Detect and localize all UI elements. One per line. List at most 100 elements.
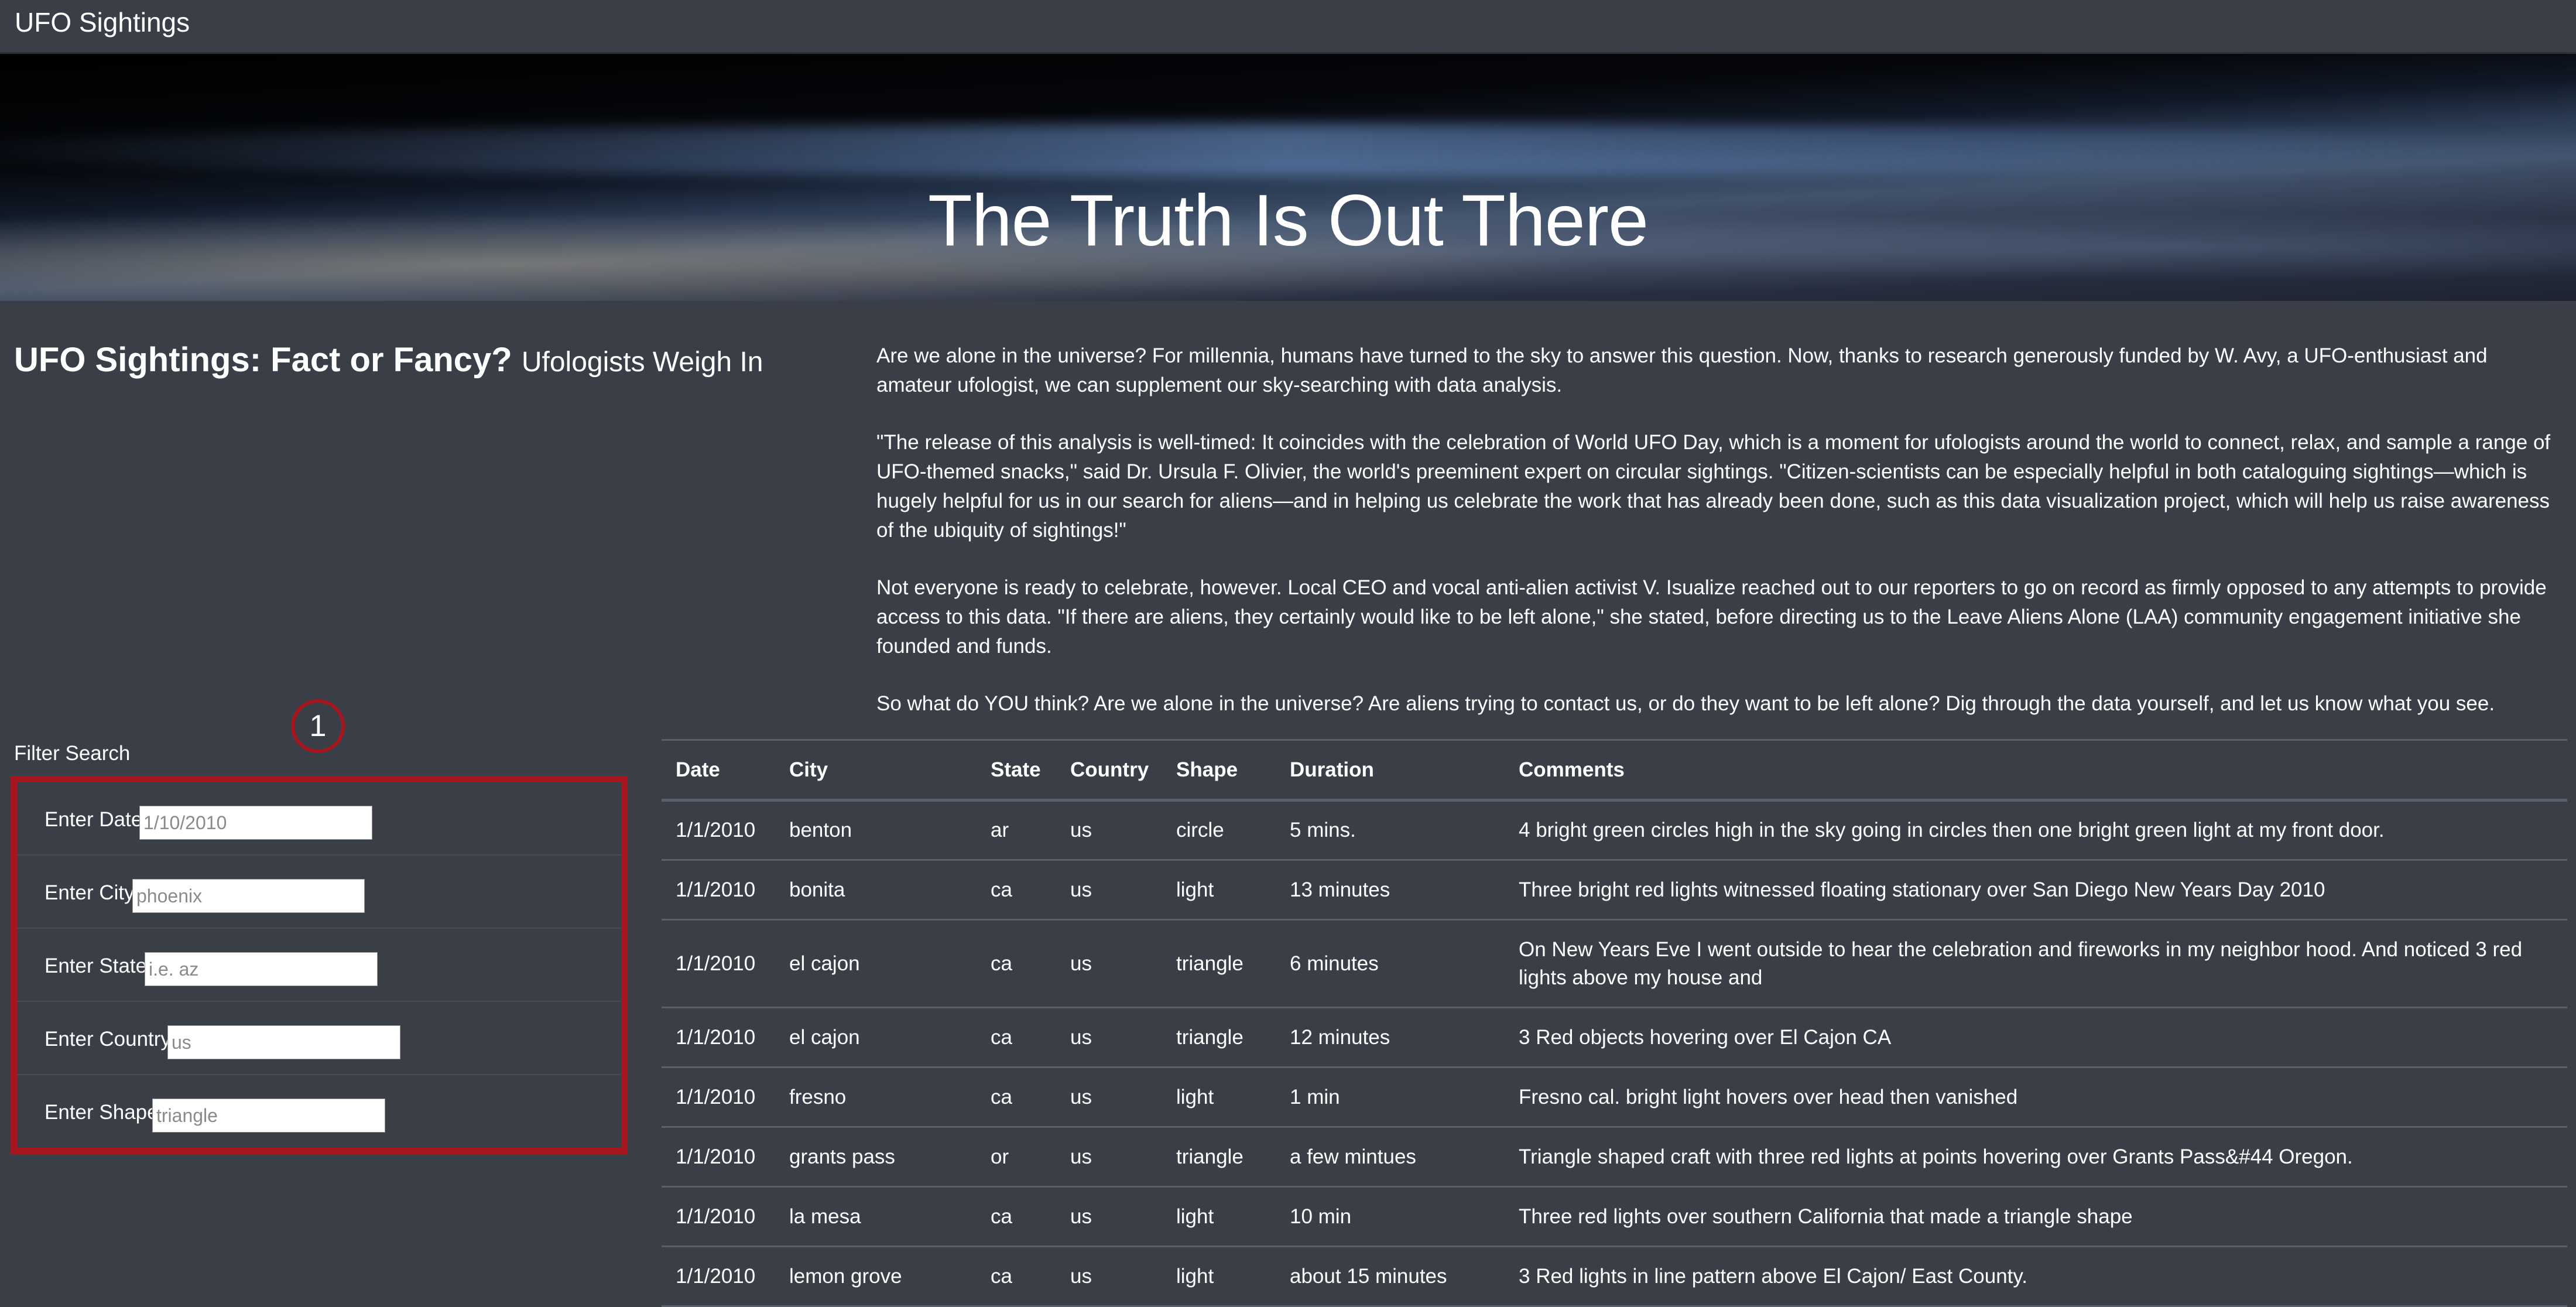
cell-country: us xyxy=(1056,1186,1162,1247)
table-row: 1/1/2010 el cajon ca us triangle 12 minu… xyxy=(662,1007,2567,1068)
cell-state: ca xyxy=(977,919,1056,1008)
filter-row-date: Enter Date xyxy=(17,782,621,856)
filter-row-country: Enter Country xyxy=(17,1002,621,1075)
table-row: 1/1/2010 fresno ca us light 1 min Fresno… xyxy=(662,1067,2567,1128)
cell-state: ca xyxy=(977,1067,1056,1128)
article-paragraph: So what do YOU think? Are we alone in th… xyxy=(876,692,2495,715)
cell-country: us xyxy=(1056,919,1162,1008)
hero-title: The Truth Is Out There xyxy=(927,180,1649,262)
article-paragraph: Not everyone is ready to celebrate, howe… xyxy=(876,576,2547,658)
cell-shape: light xyxy=(1162,1246,1276,1307)
state-input[interactable] xyxy=(145,952,378,986)
cell-date: 1/1/2010 xyxy=(662,1007,775,1068)
cell-state: ca xyxy=(977,1246,1056,1307)
cell-city: la mesa xyxy=(775,1186,977,1247)
cell-duration: about 15 minutes xyxy=(1276,1246,1505,1307)
navbar: UFO Sightings xyxy=(0,0,2576,54)
cell-date: 1/1/2010 xyxy=(662,1186,775,1247)
cell-shape: light xyxy=(1162,860,1276,921)
cell-city: fresno xyxy=(775,1067,977,1128)
page-heading-main: UFO Sightings: Fact or Fancy? xyxy=(14,341,512,379)
column-header-comments: Comments xyxy=(1505,739,2567,802)
page-heading: UFO Sightings: Fact or Fancy? Ufologists… xyxy=(14,340,763,383)
cell-comments: Three red lights over southern Californi… xyxy=(1505,1186,2567,1247)
cell-shape: light xyxy=(1162,1067,1276,1128)
cell-shape: circle xyxy=(1162,800,1276,861)
cell-duration: a few mintues xyxy=(1276,1127,1505,1188)
country-label: Enter Country xyxy=(44,1028,171,1051)
cell-date: 1/1/2010 xyxy=(662,1067,775,1128)
table-row: 1/1/2010 lemon grove ca us light about 1… xyxy=(662,1246,2567,1307)
cell-comments: 3 Red lights in line pattern above El Ca… xyxy=(1505,1246,2567,1307)
state-label: Enter State xyxy=(44,954,148,977)
column-header-shape: Shape xyxy=(1162,739,1276,802)
table-row: 1/1/2010 grants pass or us triangle a fe… xyxy=(662,1127,2567,1188)
table-row: 1/1/2010 bonita ca us light 13 minutes T… xyxy=(662,860,2567,921)
column-header-state: State xyxy=(977,739,1056,802)
cell-comments: 3 Red objects hovering over El Cajon CA xyxy=(1505,1007,2567,1068)
table-row: 1/1/2010 el cajon ca us triangle 6 minut… xyxy=(662,919,2567,1008)
cell-shape: light xyxy=(1162,1186,1276,1247)
filter-search-title: Filter Search xyxy=(14,742,131,765)
cell-state: or xyxy=(977,1127,1056,1188)
filter-row-state: Enter State xyxy=(17,929,621,1002)
cell-state: ar xyxy=(977,800,1056,861)
cell-comments: Three bright red lights witnessed floati… xyxy=(1505,860,2567,921)
cell-duration: 5 mins. xyxy=(1276,800,1505,861)
city-input[interactable] xyxy=(132,879,365,913)
filter-panel: Enter Date Enter City Enter State Enter … xyxy=(11,776,628,1154)
article-paragraph: Are we alone in the universe? For millen… xyxy=(876,344,2488,396)
cell-country: us xyxy=(1056,1007,1162,1068)
cell-state: ca xyxy=(977,1007,1056,1068)
cell-city: grants pass xyxy=(775,1127,977,1188)
column-header-city: City xyxy=(775,739,977,802)
country-input[interactable] xyxy=(167,1025,400,1059)
cell-country: us xyxy=(1056,1246,1162,1307)
cell-city: lemon grove xyxy=(775,1246,977,1307)
article-paragraph: "The release of this analysis is well-ti… xyxy=(876,431,2551,542)
cell-country: us xyxy=(1056,860,1162,921)
filter-row-city: Enter City xyxy=(17,856,621,929)
cell-duration: 6 minutes xyxy=(1276,919,1505,1008)
cell-comments: Triangle shaped craft with three red lig… xyxy=(1505,1127,2567,1188)
city-label: Enter City xyxy=(44,881,135,904)
cell-country: us xyxy=(1056,800,1162,861)
date-input[interactable] xyxy=(139,806,372,840)
filter-row-shape: Enter Shape xyxy=(17,1075,621,1148)
shape-label: Enter Shape xyxy=(44,1101,159,1124)
cell-duration: 10 min xyxy=(1276,1186,1505,1247)
cell-city: benton xyxy=(775,800,977,861)
hero-banner: The Truth Is Out There xyxy=(0,54,2576,301)
cell-city: bonita xyxy=(775,860,977,921)
cell-comments: Fresno cal. bright light hovers over hea… xyxy=(1505,1067,2567,1128)
annotation-marker: 1 xyxy=(291,699,345,753)
cell-shape: triangle xyxy=(1162,1007,1276,1068)
cell-state: ca xyxy=(977,860,1056,921)
cell-state: ca xyxy=(977,1186,1056,1247)
cell-date: 1/1/2010 xyxy=(662,800,775,861)
column-header-duration: Duration xyxy=(1276,739,1505,802)
cell-country: us xyxy=(1056,1127,1162,1188)
cell-duration: 12 minutes xyxy=(1276,1007,1505,1068)
cell-date: 1/1/2010 xyxy=(662,1246,775,1307)
table-header-row: Date City State Country Shape Duration C… xyxy=(662,739,2567,802)
shape-input[interactable] xyxy=(152,1099,385,1132)
cell-duration: 1 min xyxy=(1276,1067,1505,1128)
cell-city: el cajon xyxy=(775,1007,977,1068)
cell-comments: 4 bright green circles high in the sky g… xyxy=(1505,800,2567,861)
column-header-country: Country xyxy=(1056,739,1162,802)
cell-comments: On New Years Eve I went outside to hear … xyxy=(1505,919,2567,1008)
earth-horizon-glow xyxy=(0,124,2576,177)
cell-duration: 13 minutes xyxy=(1276,860,1505,921)
sightings-table: Date City State Country Shape Duration C… xyxy=(662,739,2567,1307)
date-label: Enter Date xyxy=(44,808,143,831)
brand-link[interactable]: UFO Sightings xyxy=(15,7,190,37)
article: Are we alone in the universe? For millen… xyxy=(876,341,2563,747)
cell-shape: triangle xyxy=(1162,919,1276,1008)
table-row: 1/1/2010 la mesa ca us light 10 min Thre… xyxy=(662,1186,2567,1247)
table-row: 1/1/2010 benton ar us circle 5 mins. 4 b… xyxy=(662,800,2567,861)
cell-date: 1/1/2010 xyxy=(662,1127,775,1188)
sightings-table-wrapper: Date City State Country Shape Duration C… xyxy=(662,739,2567,1307)
cell-city: el cajon xyxy=(775,919,977,1008)
column-header-date: Date xyxy=(662,739,775,802)
